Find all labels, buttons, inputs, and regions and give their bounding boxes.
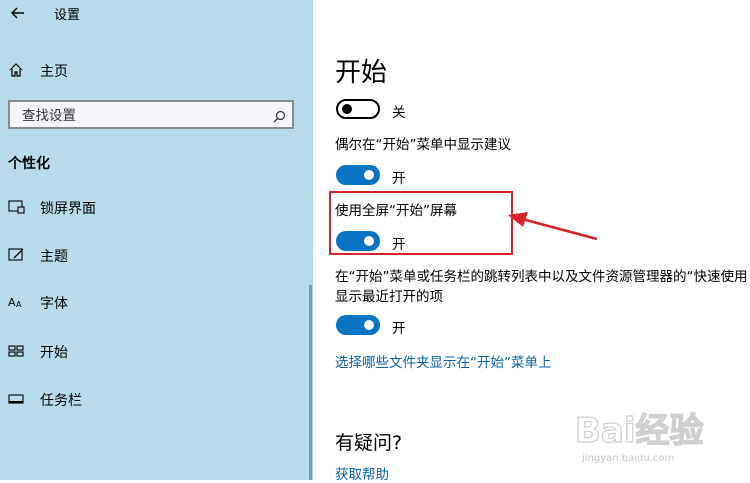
sidebar: 设置 主页 个性化 锁屏界面 主题 AA 字体 开始 xyxy=(0,0,313,480)
baidu-watermark-logo: Bai经验 xyxy=(574,408,745,456)
home-label: 主页 xyxy=(40,64,68,80)
toggle-state-label: 开 xyxy=(392,321,406,337)
sidebar-item-label: 主题 xyxy=(40,249,68,265)
sidebar-item-label: 开始 xyxy=(40,345,68,361)
sidebar-item-lock-screen[interactable]: 锁屏界面 xyxy=(8,196,288,220)
font-icon: AA xyxy=(8,294,26,314)
taskbar-icon xyxy=(8,391,26,411)
theme-icon xyxy=(8,247,26,267)
home-icon xyxy=(8,62,24,82)
help-header: 有疑问? xyxy=(335,432,403,454)
fullscreen-toggle-switch[interactable] xyxy=(336,231,380,251)
svg-text:A: A xyxy=(16,300,22,309)
get-help-link[interactable]: 获取帮助 xyxy=(335,463,389,483)
svg-text:A: A xyxy=(8,296,16,309)
sidebar-scrollbar[interactable] xyxy=(309,285,312,480)
search-icon[interactable] xyxy=(273,108,286,127)
toggle-knob xyxy=(364,236,374,246)
start-icon xyxy=(8,343,26,363)
toggle-state-label: 开 xyxy=(392,171,406,187)
page-title: 开始 xyxy=(335,58,388,88)
top-toggle-switch[interactable] xyxy=(336,99,380,119)
option-label-recent-line1: 在“开始”菜单或任务栏的跳转列表中以及文件资源管理器的“快速使用 xyxy=(335,269,748,285)
search-box[interactable] xyxy=(8,100,294,129)
choose-folders-link[interactable]: 选择哪些文件夹显示在“开始”菜单上 xyxy=(335,351,552,371)
option-label-recent-line2: 显示最近打开的项 xyxy=(335,289,443,305)
sidebar-item-label: 任务栏 xyxy=(40,393,82,409)
annotation-arrow-icon xyxy=(500,205,600,249)
svg-text:Bai经验: Bai经验 xyxy=(575,411,704,451)
suggestions-toggle-switch[interactable] xyxy=(336,165,380,185)
toggle-state-label: 关 xyxy=(392,105,406,121)
toggle-state-label: 开 xyxy=(392,237,406,253)
watermark-url: jingyan.baidu.com xyxy=(582,453,675,464)
option-label-fullscreen: 使用全屏“开始”屏幕 xyxy=(335,203,457,219)
window-title: 设置 xyxy=(54,8,81,23)
toggle-knob xyxy=(342,104,352,114)
back-arrow-icon[interactable] xyxy=(8,2,28,24)
sidebar-item-theme[interactable]: 主题 xyxy=(8,244,288,268)
sidebar-item-label: 锁屏界面 xyxy=(40,201,96,217)
sidebar-item-start[interactable]: 开始 xyxy=(8,340,288,364)
sidebar-item-home[interactable]: 主页 xyxy=(8,60,288,82)
toggle-knob xyxy=(364,170,374,180)
search-input[interactable] xyxy=(20,105,254,127)
sidebar-item-label: 字体 xyxy=(40,296,68,312)
recent-items-toggle-switch[interactable] xyxy=(336,315,380,335)
option-label-suggestions: 偶尔在“开始”菜单中显示建议 xyxy=(335,137,511,153)
toggle-knob xyxy=(364,320,374,330)
section-header: 个性化 xyxy=(8,156,50,172)
sidebar-item-font[interactable]: AA 字体 xyxy=(8,291,288,315)
sidebar-item-taskbar[interactable]: 任务栏 xyxy=(8,388,288,412)
lock-screen-icon xyxy=(8,199,26,219)
